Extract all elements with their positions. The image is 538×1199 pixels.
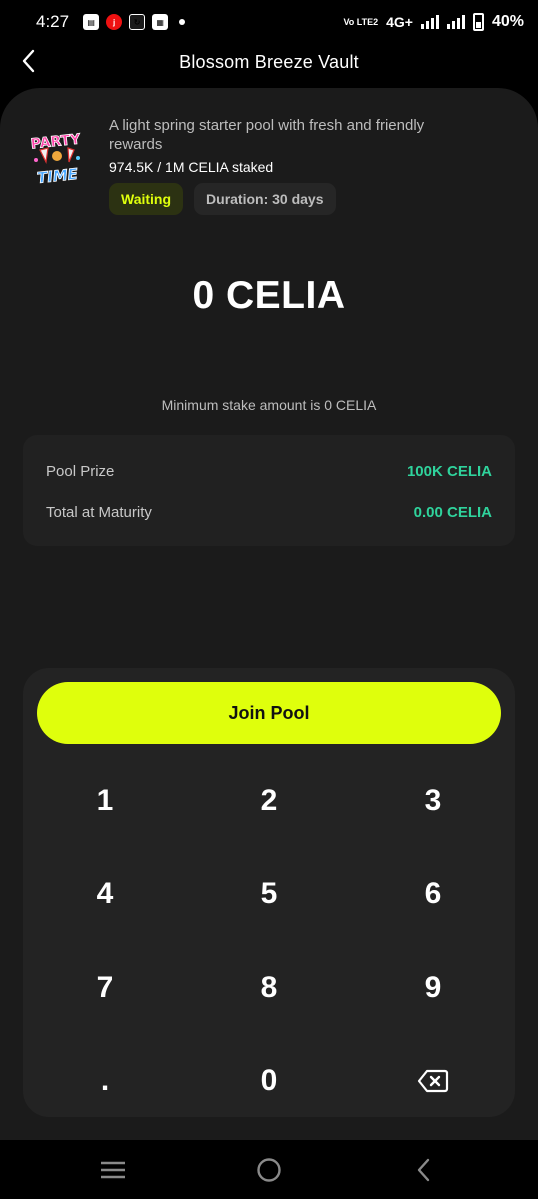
backspace-icon	[417, 1070, 449, 1093]
chevron-left-icon	[417, 1158, 430, 1182]
key-3[interactable]: 3	[351, 754, 515, 848]
duration-badge: Duration: 30 days	[194, 183, 336, 215]
min-stake-note: Minimum stake amount is 0 CELIA	[161, 397, 377, 413]
battery-percent: 40%	[491, 13, 524, 30]
jio-icon: j	[106, 14, 123, 30]
numeric-keypad: 1 2 3 4 5 6 7 8 9 . 0	[23, 754, 515, 1128]
system-nav-bar	[0, 1140, 538, 1199]
pool-text: A light spring starter pool with fresh a…	[109, 116, 469, 215]
page-title: Blossom Breeze Vault	[179, 51, 359, 72]
summary-label: Pool Prize	[46, 463, 115, 480]
status-indicators: Vo LTE2 4G+ 40%	[343, 13, 524, 31]
key-5[interactable]: 5	[187, 848, 351, 942]
app-notification-icon: ↻	[129, 14, 146, 30]
home-circle-icon	[257, 1158, 281, 1182]
key-decimal[interactable]: .	[23, 1035, 187, 1129]
join-pool-button[interactable]: Join Pool	[37, 682, 501, 744]
key-1[interactable]: 1	[23, 754, 187, 848]
menu-icon	[101, 1161, 125, 1179]
recents-button[interactable]	[99, 1156, 127, 1184]
chevron-left-icon	[22, 49, 35, 73]
battery-icon	[472, 13, 484, 31]
key-7[interactable]: 7	[23, 941, 187, 1035]
signal-icon	[420, 15, 439, 29]
summary-value: 0.00 CELIA	[413, 504, 492, 521]
logo-text-party: PARTY	[30, 131, 82, 152]
key-0[interactable]: 0	[187, 1035, 351, 1129]
party-time-logo: PARTY TIME	[30, 131, 83, 188]
summary-label: Total at Maturity	[46, 504, 152, 521]
key-6[interactable]: 6	[351, 848, 515, 942]
key-2[interactable]: 2	[187, 754, 351, 848]
key-4[interactable]: 4	[23, 848, 187, 942]
summary-row-total-maturity: Total at Maturity 0.00 CELIA	[46, 492, 492, 533]
pool-description: A light spring starter pool with fresh a…	[109, 117, 425, 153]
signal-icon-sim2	[446, 15, 465, 29]
summary-value: 100K CELIA	[406, 463, 492, 480]
logo-text-time: TIME	[36, 165, 79, 187]
pool-summary: Pool Prize 100K CELIA Total at Maturity …	[23, 435, 515, 546]
pool-info: PARTY TIME A light spring starter pool w…	[24, 116, 494, 215]
summary-row-pool-prize: Pool Prize 100K CELIA	[46, 451, 492, 492]
network-type: 4G+	[386, 14, 413, 30]
key-8[interactable]: 8	[187, 941, 351, 1035]
backspace-key[interactable]	[351, 1035, 515, 1129]
header: Blossom Breeze Vault	[0, 44, 538, 80]
calendar-app-icon: ▦	[152, 14, 169, 30]
status-bar: 4:27 ▤ j ↻ ▦ Vo LTE2 4G+ 40%	[0, 0, 538, 44]
notification-icons: ▤ j ↻ ▦	[83, 14, 186, 30]
main-card: PARTY TIME A light spring starter pool w…	[0, 88, 538, 1140]
status-badge: Waiting	[109, 183, 184, 215]
pool-badges: Waiting Duration: 30 days	[109, 183, 469, 215]
keypad-panel: Join Pool 1 2 3 4 5 6 7 8 9 . 0	[23, 668, 515, 1117]
volte-indicator: Vo LTE2	[343, 16, 379, 27]
news-app-icon: ▤	[83, 14, 100, 30]
key-9[interactable]: 9	[351, 941, 515, 1035]
home-button[interactable]	[255, 1156, 283, 1184]
more-notifications-icon	[179, 19, 186, 25]
back-button[interactable]	[14, 46, 44, 76]
pool-staked: 974.5K / 1M CELIA staked	[109, 159, 274, 175]
status-time: 4:27	[36, 12, 70, 31]
stake-amount: 0 CELIA	[192, 274, 346, 317]
system-back-button[interactable]	[410, 1156, 438, 1184]
